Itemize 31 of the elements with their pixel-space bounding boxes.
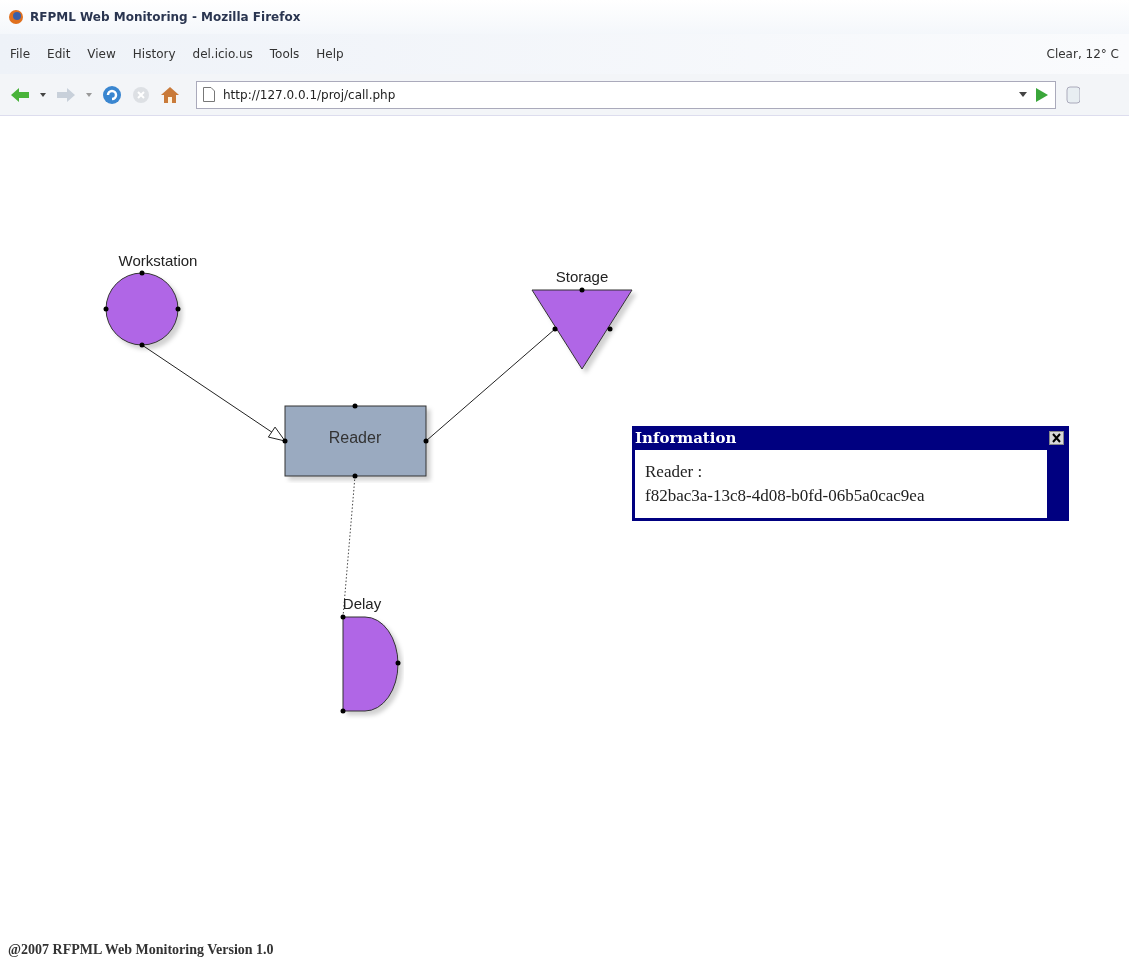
back-icon[interactable] [10, 86, 30, 103]
home-icon[interactable] [160, 85, 180, 104]
popup-text: f82bac3a-13c8-4d08-b0fd-06b5a0cac9ea [645, 485, 926, 507]
triangle-node[interactable] [531, 287, 633, 370]
dropdown-caret-icon[interactable] [1019, 92, 1027, 97]
menu-item[interactable]: Edit [47, 47, 71, 61]
close-icon[interactable] [1049, 431, 1064, 445]
browser-logo-icon [8, 9, 24, 25]
node-label: Storage [555, 268, 609, 285]
menu-item[interactable]: View [87, 47, 116, 61]
rectangle-node[interactable] [282, 403, 429, 479]
menu-item[interactable]: History [132, 47, 176, 61]
go-icon[interactable] [1035, 86, 1049, 103]
half-round-node[interactable] [340, 614, 401, 714]
reload-icon[interactable] [102, 84, 122, 105]
popup-text: Reader : [645, 461, 704, 483]
menu-item[interactable]: del.icio.us [192, 47, 253, 61]
node-label: Workstation [118, 252, 198, 269]
window-title: RFPML Web Monitoring - Mozilla Firefox [30, 10, 301, 24]
menu-item[interactable]: File [10, 47, 31, 61]
node-label: Reader [328, 429, 382, 446]
circle-node[interactable] [103, 270, 181, 348]
menu-item[interactable]: Help [316, 47, 344, 61]
address-field[interactable]: http://127.0.0.1/proj/call.php [196, 80, 1056, 109]
footer-text: @2007 RFPML Web Monitoring Version 1.0 [7, 941, 275, 958]
weather-status: Clear, 12° C [1046, 47, 1119, 61]
page-icon [203, 87, 215, 102]
node-label: Delay [342, 595, 382, 612]
dropdown-caret-icon[interactable] [40, 92, 46, 97]
menu-item[interactable]: Tools [269, 47, 300, 61]
popup-title: Information [635, 429, 737, 447]
